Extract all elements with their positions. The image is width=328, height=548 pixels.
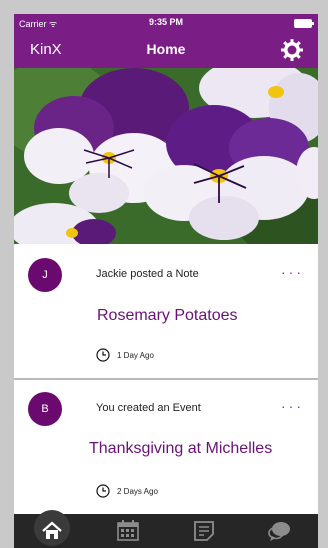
tab-calendar[interactable] <box>90 514 166 548</box>
feed-item-title[interactable]: Thanksgiving at Michelles <box>89 440 272 458</box>
tab-bar <box>14 510 318 548</box>
gear-icon[interactable] <box>280 38 304 62</box>
feed-item-timestamp: 2 Days Ago <box>117 487 158 496</box>
tab-home[interactable] <box>14 510 90 548</box>
tab-notes[interactable] <box>166 514 242 548</box>
pansies-image <box>14 68 318 244</box>
hero-image <box>14 68 318 244</box>
more-options-button[interactable]: ··· <box>281 398 304 414</box>
home-icon <box>42 521 62 539</box>
avatar: B <box>28 392 62 426</box>
page-title: Home <box>146 41 186 57</box>
chat-icon <box>268 522 290 541</box>
feed-item[interactable]: B You created an Event ··· Thanksgiving … <box>14 380 318 516</box>
app-screen: Carrier ᯤ 9:35 PM KinX Home J Jackie pos… <box>14 14 318 548</box>
status-time: 9:35 PM <box>148 17 183 27</box>
status-bar: Carrier ᯤ 9:35 PM <box>14 14 318 32</box>
nav-bar: KinX Home <box>14 32 318 68</box>
feed-item-timestamp: 1 Day Ago <box>117 351 154 360</box>
feed-item-title[interactable]: Rosemary Potatoes <box>97 307 238 325</box>
avatar: J <box>28 258 62 292</box>
notes-icon <box>194 521 214 541</box>
clock-icon <box>96 348 110 362</box>
activity-feed: J Jackie posted a Note ··· Rosemary Pota… <box>14 244 318 522</box>
calendar-icon <box>117 520 139 541</box>
feed-item-headline: Jackie posted a Note <box>96 268 199 280</box>
feed-item-headline: You created an Event <box>96 402 201 414</box>
more-options-button[interactable]: ··· <box>281 264 304 280</box>
tab-chat[interactable] <box>242 514 318 548</box>
clock-icon <box>96 484 110 498</box>
battery-icon <box>294 19 314 28</box>
feed-item[interactable]: J Jackie posted a Note ··· Rosemary Pota… <box>14 244 318 380</box>
